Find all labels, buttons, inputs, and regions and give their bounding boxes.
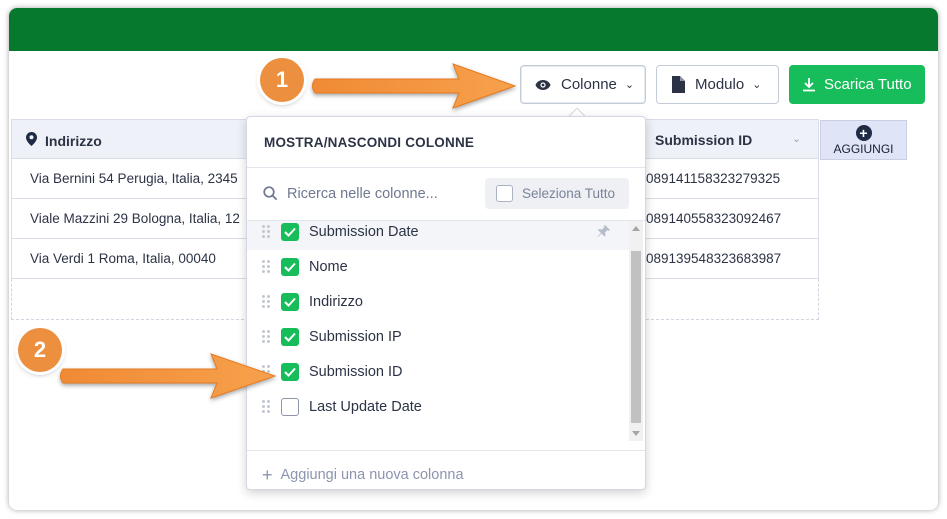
column-header-submission-id[interactable]: Submission ID bbox=[655, 132, 752, 148]
search-icon bbox=[263, 186, 278, 206]
download-icon bbox=[802, 77, 816, 92]
column-label: Submission Date bbox=[309, 224, 419, 240]
column-search-input[interactable] bbox=[287, 181, 477, 207]
drag-handle-icon[interactable] bbox=[262, 330, 270, 344]
eye-icon bbox=[535, 79, 551, 91]
chevron-down-icon: ⌄ bbox=[624, 79, 635, 91]
select-all-label: Seleziona Tutto bbox=[522, 186, 616, 201]
document-icon bbox=[671, 76, 685, 93]
column-label: Nome bbox=[309, 259, 348, 275]
column-search-row: Seleziona Tutto bbox=[247, 168, 645, 220]
cell-address: Via Verdi 1 Roma, Italia, 00040 bbox=[30, 251, 216, 266]
list-item[interactable]: Submission ID bbox=[247, 355, 629, 390]
add-column-header-button[interactable]: + AGGIUNGI bbox=[820, 120, 907, 160]
drag-handle-icon[interactable] bbox=[262, 225, 270, 239]
plus-icon: + bbox=[262, 465, 273, 485]
columns-panel: MOSTRA/NASCONDI COLONNE Seleziona Tutto … bbox=[246, 116, 646, 490]
scrollbar-thumb[interactable] bbox=[631, 251, 641, 423]
add-column-header-label: AGGIUNGI bbox=[833, 142, 894, 156]
divider bbox=[247, 450, 645, 451]
scroll-down-arrow-icon[interactable] bbox=[632, 431, 640, 436]
column-checkbox[interactable] bbox=[281, 293, 299, 311]
callout-badge-1: 1 bbox=[260, 58, 304, 102]
list-item[interactable]: Last Update Date bbox=[247, 390, 629, 425]
column-checkbox[interactable] bbox=[281, 398, 299, 416]
select-all-button[interactable]: Seleziona Tutto bbox=[485, 178, 629, 209]
cell-submission-id: 089139548323683987 bbox=[646, 251, 782, 266]
cell-address: Viale Mazzini 29 Bologna, Italia, 12 bbox=[30, 211, 240, 226]
column-header-address-label: Indirizzo bbox=[45, 132, 102, 149]
cell-address: Via Bernini 54 Perugia, Italia, 2345 bbox=[30, 171, 238, 186]
drag-handle-icon[interactable] bbox=[262, 260, 270, 274]
cell-submission-id: 089140558323092467 bbox=[646, 211, 782, 226]
add-new-column-link[interactable]: + Aggiungi una nuova colonna bbox=[262, 465, 464, 485]
panel-title: MOSTRA/NASCONDI COLONNE bbox=[264, 135, 475, 150]
select-all-checkbox[interactable] bbox=[496, 185, 513, 202]
column-checkbox[interactable] bbox=[281, 258, 299, 276]
pin-icon[interactable] bbox=[597, 224, 611, 243]
drag-handle-icon[interactable] bbox=[262, 295, 270, 309]
add-new-column-label: Aggiungi una nuova colonna bbox=[280, 467, 464, 483]
column-checkbox[interactable] bbox=[281, 328, 299, 346]
chevron-down-icon[interactable]: ⌄ bbox=[792, 132, 801, 145]
download-all-button[interactable]: Scarica Tutto bbox=[789, 65, 925, 104]
download-all-label: Scarica Tutto bbox=[824, 76, 912, 93]
list-item[interactable]: Indirizzo bbox=[247, 285, 629, 320]
column-list: Submission Date Nome Indirizzo Submissio… bbox=[247, 221, 645, 441]
cell-submission-id: 089141158323279325 bbox=[646, 171, 781, 186]
form-button-label: Modulo bbox=[695, 76, 745, 93]
list-item[interactable]: Submission Date bbox=[247, 221, 629, 250]
chevron-down-icon: ⌄ bbox=[752, 79, 762, 91]
column-checkbox[interactable] bbox=[281, 363, 299, 381]
location-pin-icon bbox=[26, 132, 37, 149]
list-item[interactable]: Submission IP bbox=[247, 320, 629, 355]
column-label: Submission IP bbox=[309, 329, 402, 345]
drag-handle-icon[interactable] bbox=[262, 400, 270, 414]
plus-circle-icon: + bbox=[855, 125, 872, 141]
list-item[interactable]: Nome bbox=[247, 250, 629, 285]
callout-arrow-1-icon bbox=[312, 63, 517, 109]
column-label: Indirizzo bbox=[309, 294, 363, 310]
column-checkbox[interactable] bbox=[281, 223, 299, 241]
callout-badge-2: 2 bbox=[18, 328, 62, 372]
scroll-up-arrow-icon[interactable] bbox=[632, 226, 640, 231]
scrollbar[interactable] bbox=[629, 221, 643, 441]
columns-button-label: Colonne bbox=[561, 76, 617, 93]
callout-arrow-2-icon bbox=[60, 353, 277, 399]
app-window: Colonne ⌄ Modulo ⌄ Scarica Tutto Indiriz… bbox=[9, 8, 938, 510]
column-label: Last Update Date bbox=[309, 399, 422, 415]
column-header-address[interactable]: Indirizzo bbox=[26, 132, 102, 149]
column-label: Submission ID bbox=[309, 364, 403, 380]
form-button[interactable]: Modulo ⌄ bbox=[656, 65, 779, 104]
columns-button[interactable]: Colonne ⌄ bbox=[520, 65, 646, 104]
top-bar bbox=[9, 8, 938, 51]
